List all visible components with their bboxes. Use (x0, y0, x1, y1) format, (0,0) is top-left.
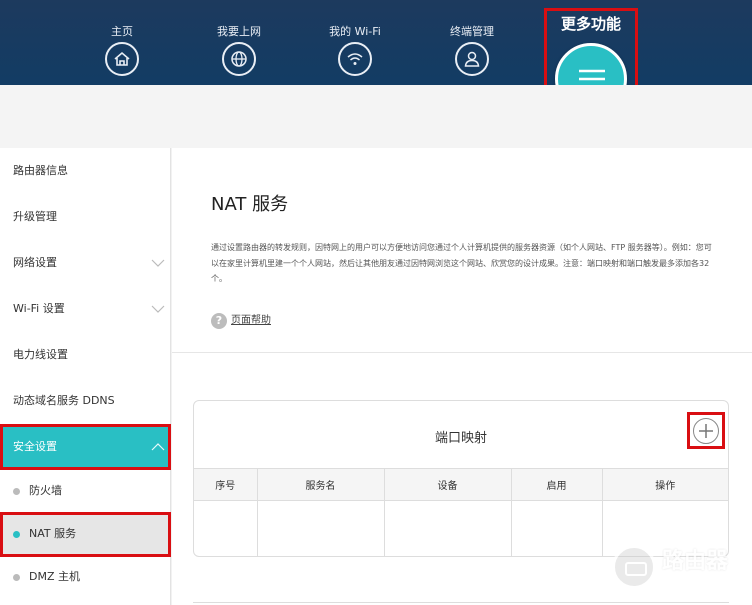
sidebar-item-label: 网络设置 (13, 256, 57, 269)
add-rule-button[interactable] (693, 418, 719, 444)
nat-highlight-box (0, 512, 171, 557)
sidebar-item-label: Wi-Fi 设置 (13, 302, 65, 315)
plus-icon (699, 424, 713, 438)
security-highlight-box (0, 424, 171, 470)
nav-internet-label: 我要上网 (217, 25, 261, 38)
column-header-device: 设备 (384, 468, 512, 501)
top-nav-bar: 主页 我要上网 我的 Wi-Fi 终端管理 更多功能 (0, 0, 752, 121)
user-icon (455, 42, 489, 76)
chevron-down-icon (151, 259, 165, 267)
nav-internet[interactable]: 我要上网 (194, 24, 284, 76)
column-header-actions: 操作 (602, 468, 728, 501)
page-title: NAT 服务 (211, 194, 289, 215)
nav-more-label: 更多功能 (560, 15, 621, 33)
sidebar-item-label: 电力线设置 (13, 348, 68, 361)
sidebar-item-label: 动态域名服务 DDNS (13, 394, 115, 407)
sidebar-item-label: 升级管理 (13, 210, 57, 223)
section-divider (172, 352, 752, 353)
sidebar-item-router-info[interactable]: 路由器信息 (0, 148, 171, 194)
watermark: 路由器 luyouqi.com (612, 543, 742, 591)
table-cell (194, 500, 258, 556)
nav-home[interactable]: 主页 (77, 24, 167, 76)
nav-wifi-label: 我的 Wi-Fi (329, 25, 381, 38)
sidebar-subitem-label: DMZ 主机 (29, 570, 80, 583)
nav-devices[interactable]: 终端管理 (427, 24, 517, 76)
wifi-icon (338, 42, 372, 76)
port-mapping-card: 端口映射 序号 服务名 设备 启用 操作 (193, 400, 729, 557)
column-header-enabled: 启用 (511, 468, 603, 501)
page-description: 通过设置路由器的转发规则，因特网上的用户可以方便地访问您通过个人计算机提供的服务… (211, 243, 712, 283)
help-icon: ? (211, 313, 227, 329)
home-icon (105, 42, 139, 76)
page-root: 主页 我要上网 我的 Wi-Fi 终端管理 更多功能 路由器信息 升级管理 网络… (0, 0, 752, 605)
nav-home-label: 主页 (111, 25, 133, 38)
sidebar-item-upgrade[interactable]: 升级管理 (0, 194, 171, 240)
column-header-service: 服务名 (257, 468, 385, 501)
sidebar-item-wifi[interactable]: Wi-Fi 设置 (0, 286, 171, 332)
sidebar-subitem-firewall[interactable]: 防火墙 (0, 470, 171, 512)
table-cell (257, 500, 385, 556)
main-panel: NAT 服务 通过设置路由器的转发规则，因特网上的用户可以方便地访问您通过个人计… (172, 148, 752, 605)
sidebar-item-powerline[interactable]: 电力线设置 (0, 332, 171, 378)
bullet-dot-icon (13, 574, 20, 581)
add-highlight-box (687, 412, 725, 449)
sidebar-subitem-label: 防火墙 (29, 484, 62, 497)
table-cell (384, 500, 512, 556)
chevron-down-icon (151, 305, 165, 313)
bullet-dot-icon (13, 488, 20, 495)
page-help-link[interactable]: ? 页面帮助 (211, 313, 271, 329)
nav-devices-label: 终端管理 (450, 25, 494, 38)
nav-wifi[interactable]: 我的 Wi-Fi (310, 24, 400, 76)
sidebar: 路由器信息 升级管理 网络设置 Wi-Fi 设置 电力线设置 动态域名服务 DD… (0, 148, 171, 605)
sidebar-item-network[interactable]: 网络设置 (0, 240, 171, 286)
page-help-label: 页面帮助 (231, 315, 271, 326)
header-spacer (0, 85, 752, 148)
port-mapping-title: 端口映射 (434, 431, 487, 446)
table-header-row: 序号 服务名 设备 启用 操作 (194, 468, 728, 501)
sidebar-item-ddns[interactable]: 动态域名服务 DDNS (0, 378, 171, 424)
sidebar-item-label: 路由器信息 (13, 164, 68, 177)
sidebar-subitem-dmz[interactable]: DMZ 主机 (0, 556, 171, 598)
router-logo-icon (612, 545, 656, 589)
watermark-text: 路由器 (662, 549, 729, 574)
watermark-subtext: luyouqi.com (664, 573, 731, 583)
globe-icon (222, 42, 256, 76)
table-cell (511, 500, 603, 556)
column-header-index: 序号 (194, 468, 258, 501)
